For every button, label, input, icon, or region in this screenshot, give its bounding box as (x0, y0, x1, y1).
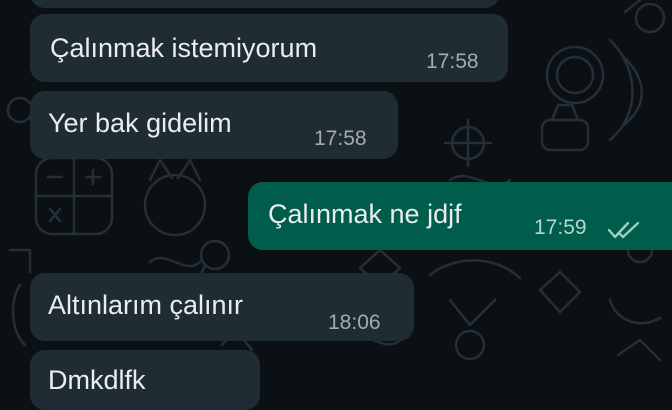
message-bubble-outgoing[interactable]: Çalınmak ne jdjf 17:59 (248, 182, 672, 250)
message-timestamp: 18:06 (328, 311, 381, 334)
message-text: Çalınmak istemiyorum (50, 33, 318, 63)
message-bubble-incoming[interactable]: Çalınmak istemiyorum 17:58 (30, 14, 508, 82)
message-text: Çalınmak ne jdjf (268, 199, 462, 229)
message-timestamp: 17:58 (426, 50, 479, 73)
message-bubble-incoming[interactable] (30, 0, 500, 8)
message-text: Altınlarım çalınır (48, 290, 244, 320)
message-text: Dmkdlfk (48, 365, 146, 395)
double-check-icon (607, 221, 640, 239)
message-timestamp: 17:59 (534, 216, 587, 239)
message-bubble-incoming[interactable]: Altınlarım çalınır 18:06 (30, 273, 414, 341)
message-bubble-incoming[interactable]: Yer bak gidelim 17:58 (30, 91, 398, 159)
message-timestamp: 17:58 (314, 127, 367, 150)
message-bubble-incoming[interactable]: Dmkdlfk (30, 350, 260, 410)
message-text: Yer bak gidelim (48, 108, 232, 138)
